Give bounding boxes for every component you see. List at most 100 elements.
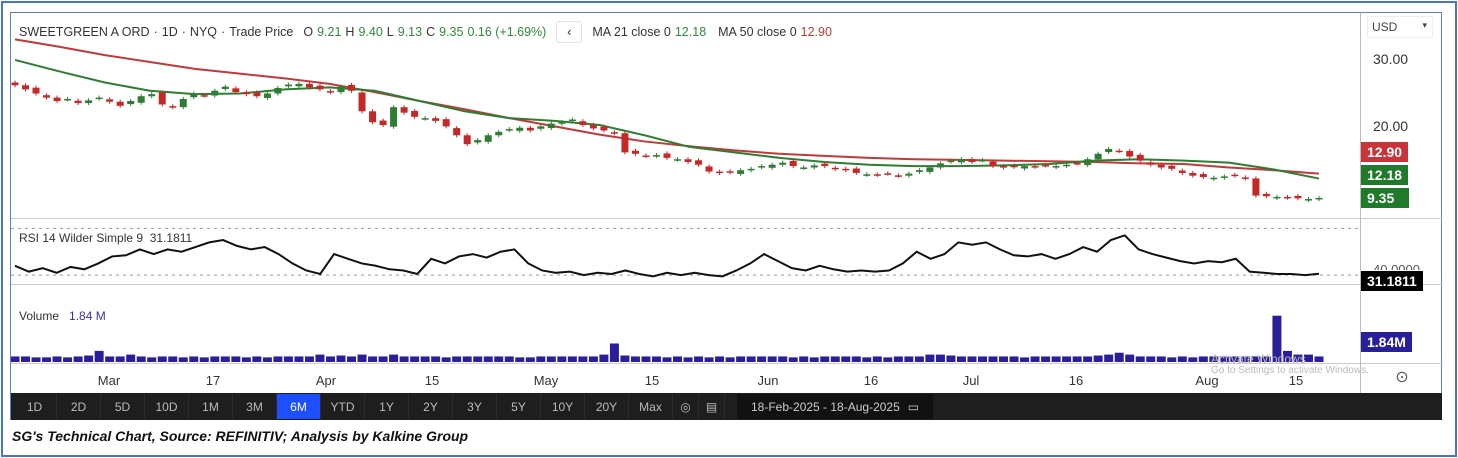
candle-body — [684, 159, 692, 162]
ma21-label: MA 21 close 0 — [592, 25, 671, 39]
volume-bar — [483, 356, 493, 362]
candle-body — [621, 133, 629, 153]
volume-bar — [620, 355, 630, 362]
candle-body — [11, 82, 19, 86]
chart-settings-button[interactable]: ◎ — [673, 394, 699, 419]
volume-bar — [136, 356, 146, 362]
volume-bar — [220, 356, 230, 362]
chart-legend: SWEETGREEN A ORD · 1D · NYQ · Trade Price O… — [19, 21, 832, 43]
chevron-left-icon: ‹ — [567, 25, 572, 39]
candle-body — [453, 128, 461, 136]
candle-body — [1063, 164, 1071, 167]
range-button-max[interactable]: Max — [629, 394, 673, 419]
range-button-1d[interactable]: 1D — [13, 394, 57, 419]
rsi-value: 31.1811 — [149, 231, 193, 245]
currency-value: USD — [1372, 20, 1398, 34]
ma50-label: MA 50 close 0 — [718, 25, 797, 39]
volume-bar — [1020, 357, 1030, 362]
range-button-1y[interactable]: 1Y — [365, 394, 409, 419]
collapse-legend-button[interactable]: ‹ — [556, 21, 583, 43]
price-axis[interactable]: USD ▾ 30.00 20.00 12.90 12.18 9.35 40.000… — [1360, 13, 1443, 393]
volume-bar — [283, 356, 293, 362]
volume-bar — [1135, 356, 1145, 362]
range-button-10y[interactable]: 10Y — [541, 394, 585, 419]
x-label: Jul — [962, 373, 980, 388]
volume-bar — [336, 355, 346, 362]
candle-body — [600, 126, 608, 131]
range-button-3y[interactable]: 3Y — [453, 394, 497, 419]
candle-body — [737, 170, 745, 174]
x-label: 16 — [1068, 373, 1084, 388]
candle-body — [116, 101, 124, 106]
candle-body — [1105, 148, 1113, 153]
time-axis[interactable]: Mar 17 Apr 15 May 15 Jun 16 Jul 16 Aug 1… — [11, 363, 1360, 393]
candle-body — [968, 159, 976, 162]
export-button[interactable]: ▤ — [699, 394, 725, 419]
volume-bar — [1198, 356, 1208, 362]
candle-body — [705, 166, 713, 172]
candle-body — [53, 97, 61, 102]
candle-body — [1220, 176, 1228, 178]
volume-bar — [315, 354, 325, 362]
volume-bar — [715, 356, 725, 362]
volume-bar — [347, 356, 357, 362]
range-button-5y[interactable]: 5Y — [497, 394, 541, 419]
exchange: NYQ — [189, 25, 218, 39]
candle-body — [211, 90, 219, 96]
candle-body — [989, 161, 997, 167]
range-button-3m[interactable]: 3M — [233, 394, 277, 419]
volume-bar — [11, 356, 20, 362]
candle-body — [936, 163, 944, 168]
ma50-price-tag: 12.90 — [1361, 142, 1409, 162]
volume-bar — [294, 356, 304, 362]
close-price-tag: 9.35 — [1361, 188, 1409, 208]
open-label: O — [303, 25, 314, 39]
settings-button[interactable]: ⊙ — [1361, 363, 1443, 393]
x-label: 17 — [205, 373, 221, 388]
volume-bar — [841, 356, 851, 362]
range-button-20y[interactable]: 20Y — [585, 394, 629, 419]
spreadsheet-icon: ▤ — [705, 399, 718, 414]
date-range-picker[interactable]: 18-Feb-2025 - 18-Aug-2025 ▭ — [737, 394, 934, 419]
candle-body — [305, 83, 313, 88]
candle-body — [474, 140, 482, 143]
candle-body — [863, 174, 871, 176]
watermark-line: Go to Settings to activate Windows. — [1211, 365, 1369, 376]
instrument-name: SWEETGREEN A ORD — [19, 25, 150, 39]
candle-body — [1189, 172, 1197, 176]
volume-bar — [1083, 356, 1093, 362]
volume-bar — [1125, 354, 1135, 362]
volume-bar — [862, 357, 872, 362]
range-button-1m[interactable]: 1M — [189, 394, 233, 419]
volume-bar — [1114, 352, 1124, 362]
volume-bar — [851, 356, 861, 362]
volume-bar — [662, 357, 672, 362]
currency-select[interactable]: USD ▾ — [1367, 16, 1433, 38]
volume-bar — [105, 356, 115, 362]
range-button-2d[interactable]: 2D — [57, 394, 101, 419]
volume-bar — [599, 354, 609, 362]
volume-bar — [872, 356, 882, 362]
range-button-2y[interactable]: 2Y — [409, 394, 453, 419]
volume-bar — [462, 356, 472, 362]
chart-plot[interactable] — [11, 13, 1360, 393]
range-button-ytd[interactable]: YTD — [321, 394, 365, 419]
candle-body — [716, 171, 724, 174]
volume-bar — [967, 356, 977, 362]
low-value: 9.13 — [397, 25, 423, 39]
candle-body — [242, 92, 250, 95]
x-label: Jun — [757, 373, 779, 388]
candle-body — [22, 85, 30, 90]
caret-down-icon: ▾ — [1422, 20, 1427, 30]
range-button-5d[interactable]: 5D — [101, 394, 145, 419]
candle-body — [810, 165, 818, 168]
rsi-label: RSI 14 Wilder Simple 9 — [19, 231, 144, 245]
volume-bar — [515, 357, 525, 362]
candle-body — [873, 174, 881, 176]
range-button-6m[interactable]: 6M — [277, 394, 321, 419]
price-type: Trade Price — [229, 25, 294, 39]
volume-bar — [651, 356, 661, 362]
volume-bar — [147, 357, 157, 362]
range-button-10d[interactable]: 10D — [145, 394, 189, 419]
volume-bar — [441, 357, 451, 362]
